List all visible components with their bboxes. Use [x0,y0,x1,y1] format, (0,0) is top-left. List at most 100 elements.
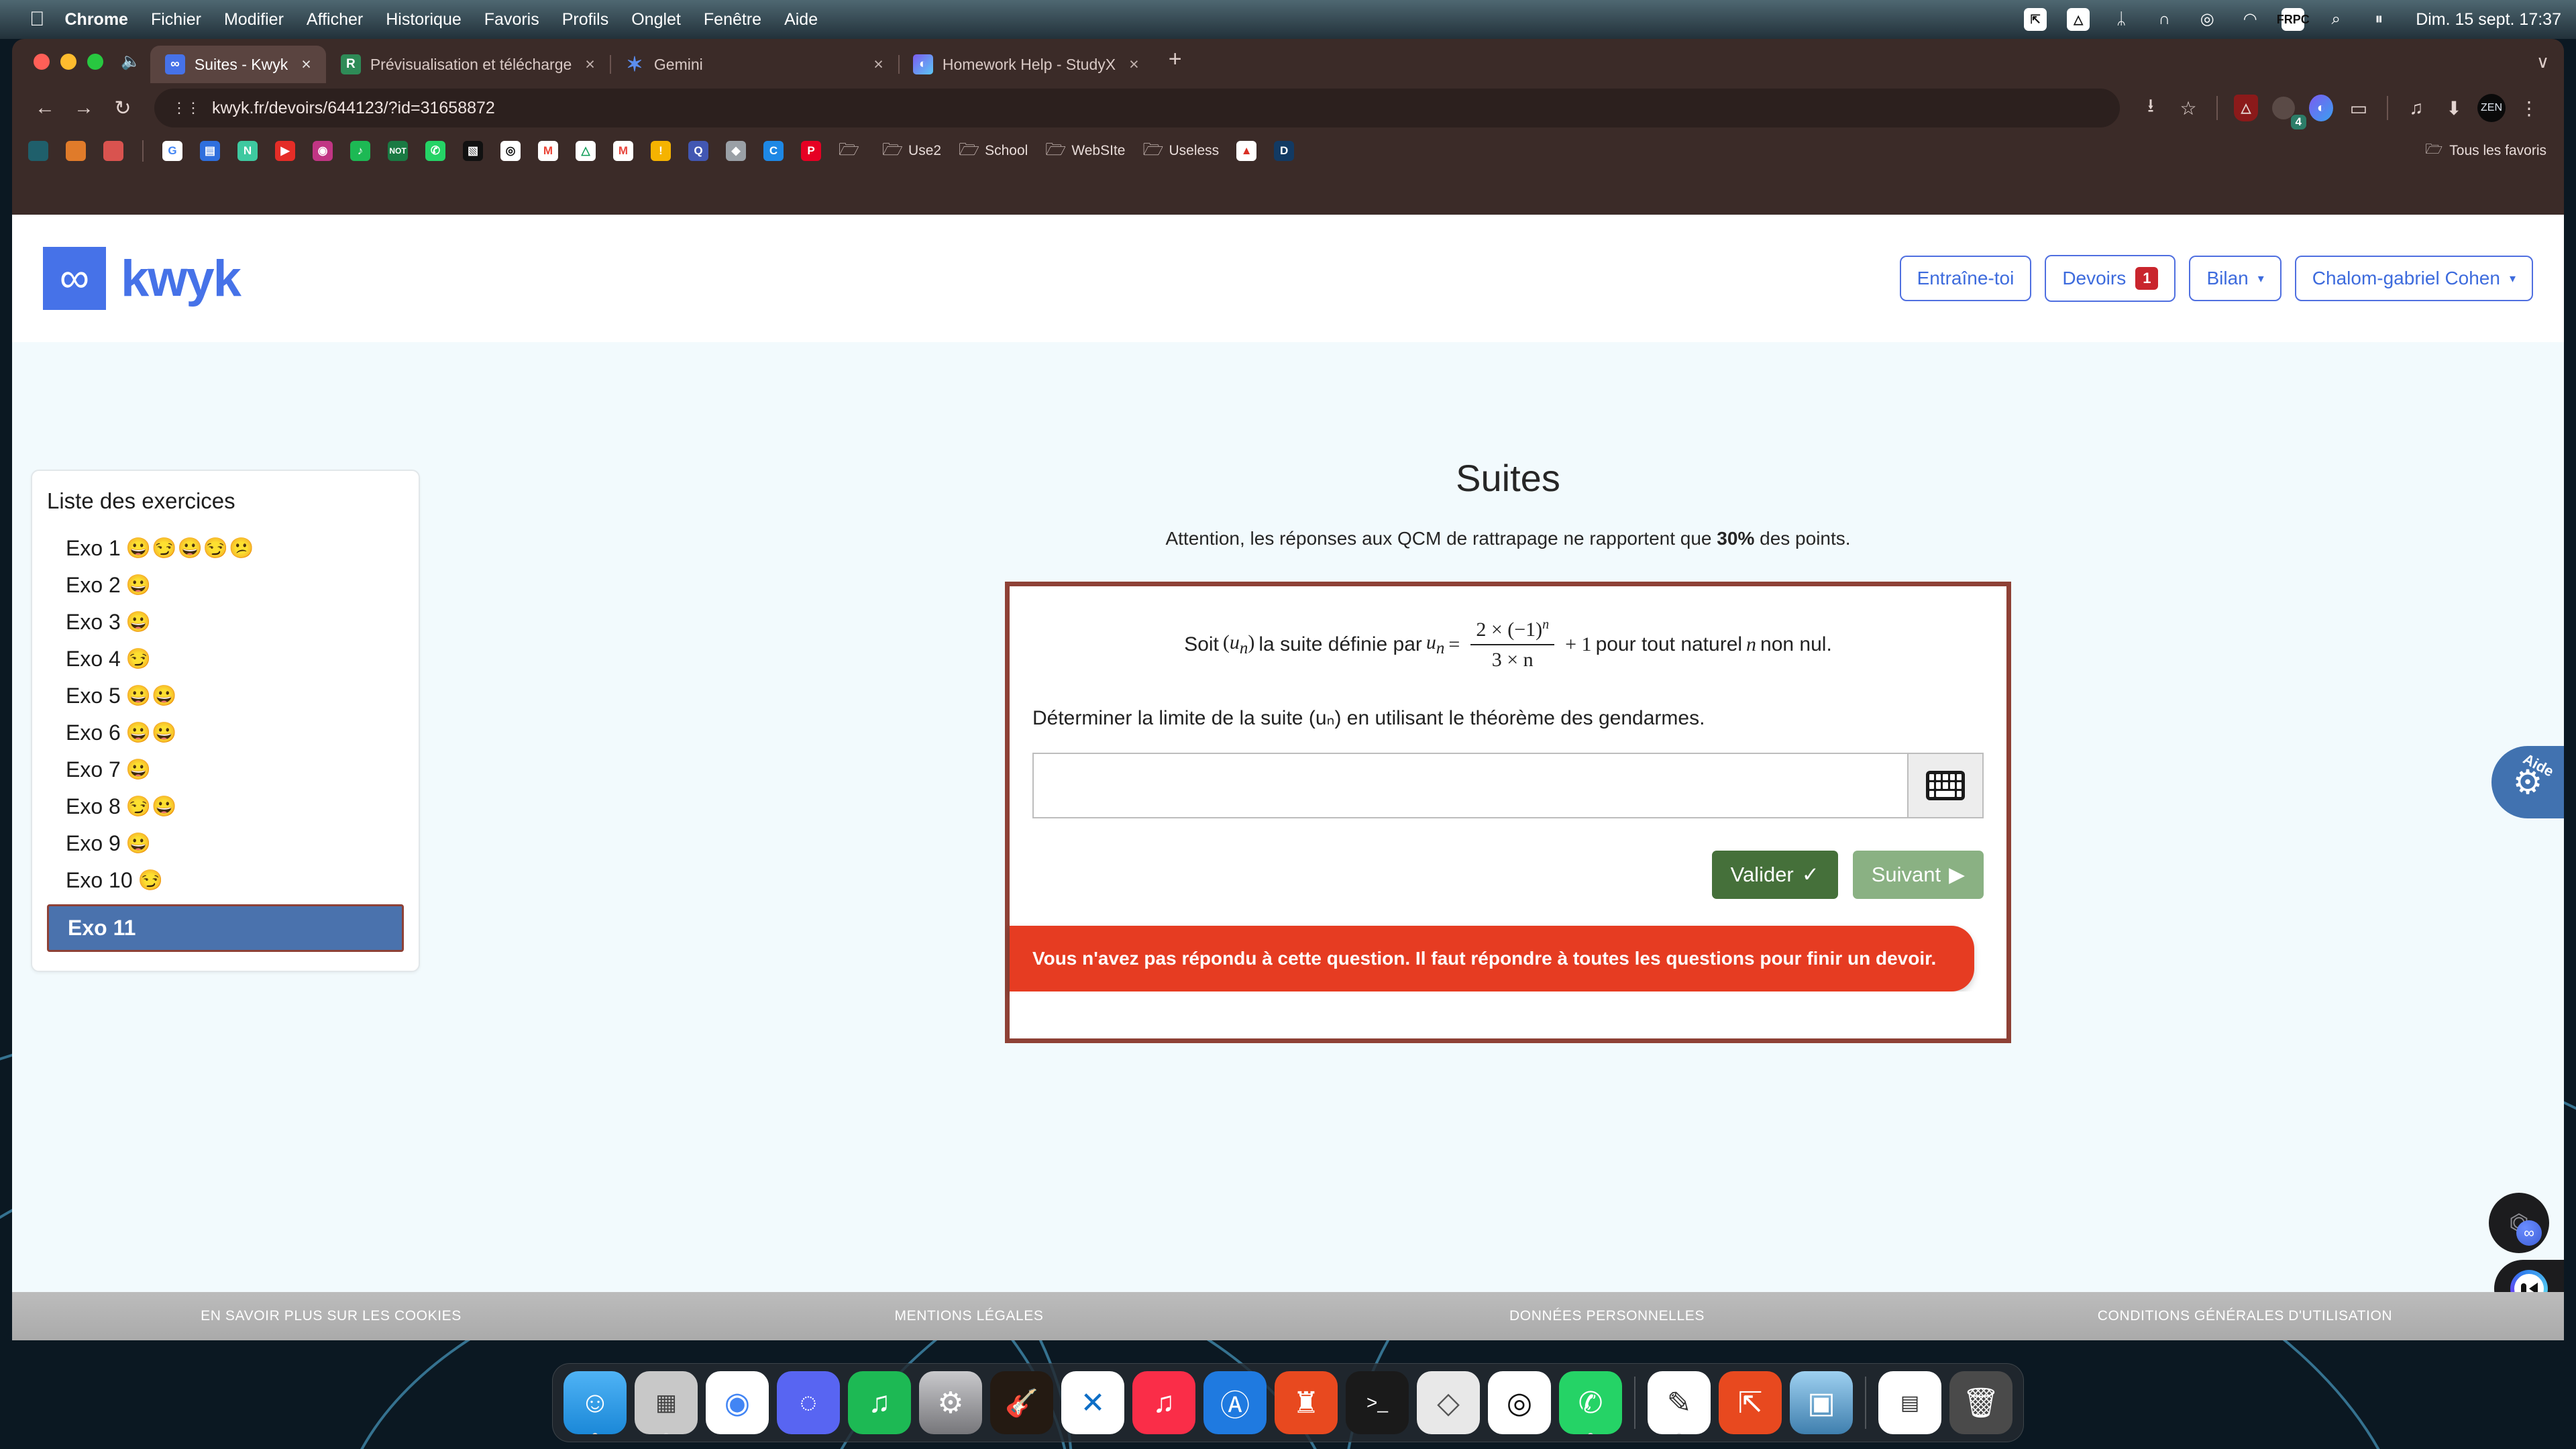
answer-input[interactable] [1032,753,1909,818]
browser-tab-studyx[interactable]: ◐ Homework Help - StudyX × [898,46,1154,83]
drive-bookmark[interactable]: △ [570,138,601,164]
footer-link-donnees-personnelles[interactable]: DONNÉES PERSONNELLES [1288,1308,1926,1324]
exercise-list-item-4[interactable]: Exo 4 😏 [47,641,404,678]
folder-useless[interactable]: 🗁 Useless [1137,134,1224,168]
exercise-list-item-7[interactable]: Exo 7 😀 [47,751,404,788]
tab-search-icon[interactable]: ∨ [2536,52,2564,83]
folder-school[interactable]: 🗁 School [953,134,1033,168]
spotlight-search-icon[interactable]: ⌕ [2324,8,2347,31]
reading-list-icon[interactable]: ♫ [2398,89,2435,127]
studyx-extension-icon[interactable]: ◐ [2302,89,2340,127]
wifi-icon[interactable]: ◠ [2239,8,2261,31]
extension-count-icon[interactable]: 4 [2265,89,2306,129]
document-icon[interactable]: ▤ [1878,1371,1941,1434]
footer-link-cookies[interactable]: EN SAVOIR PLUS SUR LES COOKIES [12,1308,650,1324]
calendar-bookmark[interactable]: ▤ [195,138,225,164]
zen-profile-icon[interactable]: ZEN [2473,89,2510,127]
not-bookmark[interactable]: NOT [382,138,413,164]
spotify-bookmark[interactable]: ♪ [345,138,376,164]
reload-button[interactable]: ↻ [103,89,142,127]
notes-icon[interactable]: ✎ [1648,1371,1711,1434]
browser-tab-gemini[interactable]: ✶ Gemini × [610,46,900,83]
spotify-icon[interactable]: ♫ [848,1371,911,1434]
system-settings-icon[interactable]: ⚙ [919,1371,982,1434]
vscode-icon[interactable]: ✕ [1061,1371,1124,1434]
exercise-list-item-11[interactable]: Exo 11 [47,904,404,952]
maximize-window-button[interactable] [87,54,103,70]
d-bookmark[interactable]: D [1269,138,1299,164]
back-button[interactable]: ← [25,89,64,127]
google-bookmark[interactable]: G [157,138,188,164]
menu-item-onglet[interactable]: Onglet [631,10,681,30]
close-window-button[interactable] [34,54,50,70]
profile-extension-icon[interactable]: ▭ [2340,89,2377,127]
notes-bookmark[interactable]: ▧ [458,138,488,164]
menu-item-favoris[interactable]: Favoris [484,10,539,30]
close-tab-icon[interactable]: × [1125,55,1143,74]
all-bookmarks-button[interactable]: 🗁 Tous les favoris [2425,140,2553,163]
browser-tab-suites-kwyk[interactable]: ∞ Suites - Kwyk × [150,46,326,83]
trash-icon[interactable]: 🗑 [1949,1371,2012,1434]
folder-use2[interactable]: 🗁 Use2 [877,134,947,168]
finder-icon[interactable]: ☺ [564,1371,627,1434]
quizlet-bookmark[interactable]: Q [683,138,714,164]
chrome-icon[interactable]: ◉ [706,1371,769,1434]
headphones-icon[interactable]: ∩ [2153,8,2176,31]
mh-bookmark[interactable]: M [608,138,639,164]
folder-website[interactable]: 🗁 WebSIte [1040,134,1130,168]
control-center-icon[interactable]: ⏸ [2367,8,2390,31]
app-store-icon[interactable]: Ⓐ [1203,1371,1267,1434]
new-tab-button[interactable]: + [1154,46,1197,83]
bilan-button[interactable]: Bilan ▾ [2189,256,2282,301]
bookmark-orange[interactable] [60,138,91,164]
exercise-list-item-9[interactable]: Exo 9 😀 [47,825,404,862]
gray-bookmark[interactable]: ◆ [720,138,751,164]
kwyk-dock-icon[interactable]: ⇱ [1719,1371,1782,1434]
photos-bookmark[interactable]: ▲ [1231,138,1262,164]
close-tab-icon[interactable]: × [869,55,888,74]
kwyk-logo[interactable]: ∞ kwyk [43,247,241,310]
menu-item-fichier[interactable]: Fichier [151,10,201,30]
gmail-bookmark[interactable]: M [533,138,564,164]
chatgpt-icon[interactable]: ◎ [1488,1371,1551,1434]
math-keyboard-button[interactable] [1909,753,1984,818]
browser-tab-previsualisation[interactable]: R Prévisualisation et télécharge × [326,46,611,83]
exercise-list-item-6[interactable]: Exo 6 😀😀 [47,714,404,751]
minimize-window-button[interactable] [60,54,76,70]
chrome-menu-icon[interactable]: ⋮ [2510,89,2548,127]
launchpad-icon[interactable]: ▦ [635,1371,698,1434]
menu-item-aide[interactable]: Aide [784,10,818,30]
menu-item-profils[interactable]: Profils [562,10,608,30]
devoirs-button[interactable]: Devoirs 1 [2045,255,2176,302]
menu-item-afficher[interactable]: Afficher [307,10,363,30]
music-icon[interactable]: ♫ [1132,1371,1195,1434]
suivant-button[interactable]: Suivant ▶ [1852,851,1984,899]
menubar-clock[interactable]: Dim. 15 sept. 17:37 [2416,10,2561,30]
site-info-icon[interactable]: ⋮⋮ [172,99,201,117]
bookmark-star-icon[interactable]: ☆ [2169,89,2207,127]
account-menu-button[interactable]: Chalom-gabriel Cohen ▾ [2294,256,2533,301]
cleaner-icon[interactable]: △ [2067,8,2090,31]
exercise-list-item-5[interactable]: Exo 5 😀😀 [47,678,404,714]
menu-item-modifier[interactable]: Modifier [224,10,284,30]
downloads-icon[interactable]: ⬇ [2435,89,2473,127]
footer-link-cgu[interactable]: CONDITIONS GÉNÉRALES D'UTILISATION [1926,1308,2564,1324]
exercise-list-item-3[interactable]: Exo 3 😀 [47,604,404,641]
exercise-list-item-2[interactable]: Exo 2 😀 [47,567,404,604]
bookmark-red[interactable] [98,138,129,164]
shortcuts-icon[interactable]: ⇱ [2024,8,2047,31]
preview-icon[interactable]: ▣ [1790,1371,1853,1434]
instagram-bookmark[interactable]: ◉ [307,138,338,164]
ublock-origin-icon[interactable]: △ [2227,89,2265,127]
edge-bookmark[interactable]: C [758,138,789,164]
whatsapp-icon[interactable]: ✆ [1559,1371,1622,1434]
media-play-icon[interactable]: ◎ [2196,8,2218,31]
folder-unnamed[interactable]: 🗁 [833,134,870,168]
exercise-list-item-1[interactable]: Exo 1 😀😏😀😏😕 [47,530,404,567]
alert-bookmark[interactable]: ! [645,138,676,164]
terminal-icon[interactable]: >_ [1346,1371,1409,1434]
bluetooth-icon[interactable]: ᛦ [2110,8,2133,31]
exercise-list-item-8[interactable]: Exo 8 😏😀 [47,788,404,825]
discord-icon[interactable]: ◌ [777,1371,840,1434]
footer-link-mentions-legales[interactable]: MENTIONS LÉGALES [650,1308,1288,1324]
